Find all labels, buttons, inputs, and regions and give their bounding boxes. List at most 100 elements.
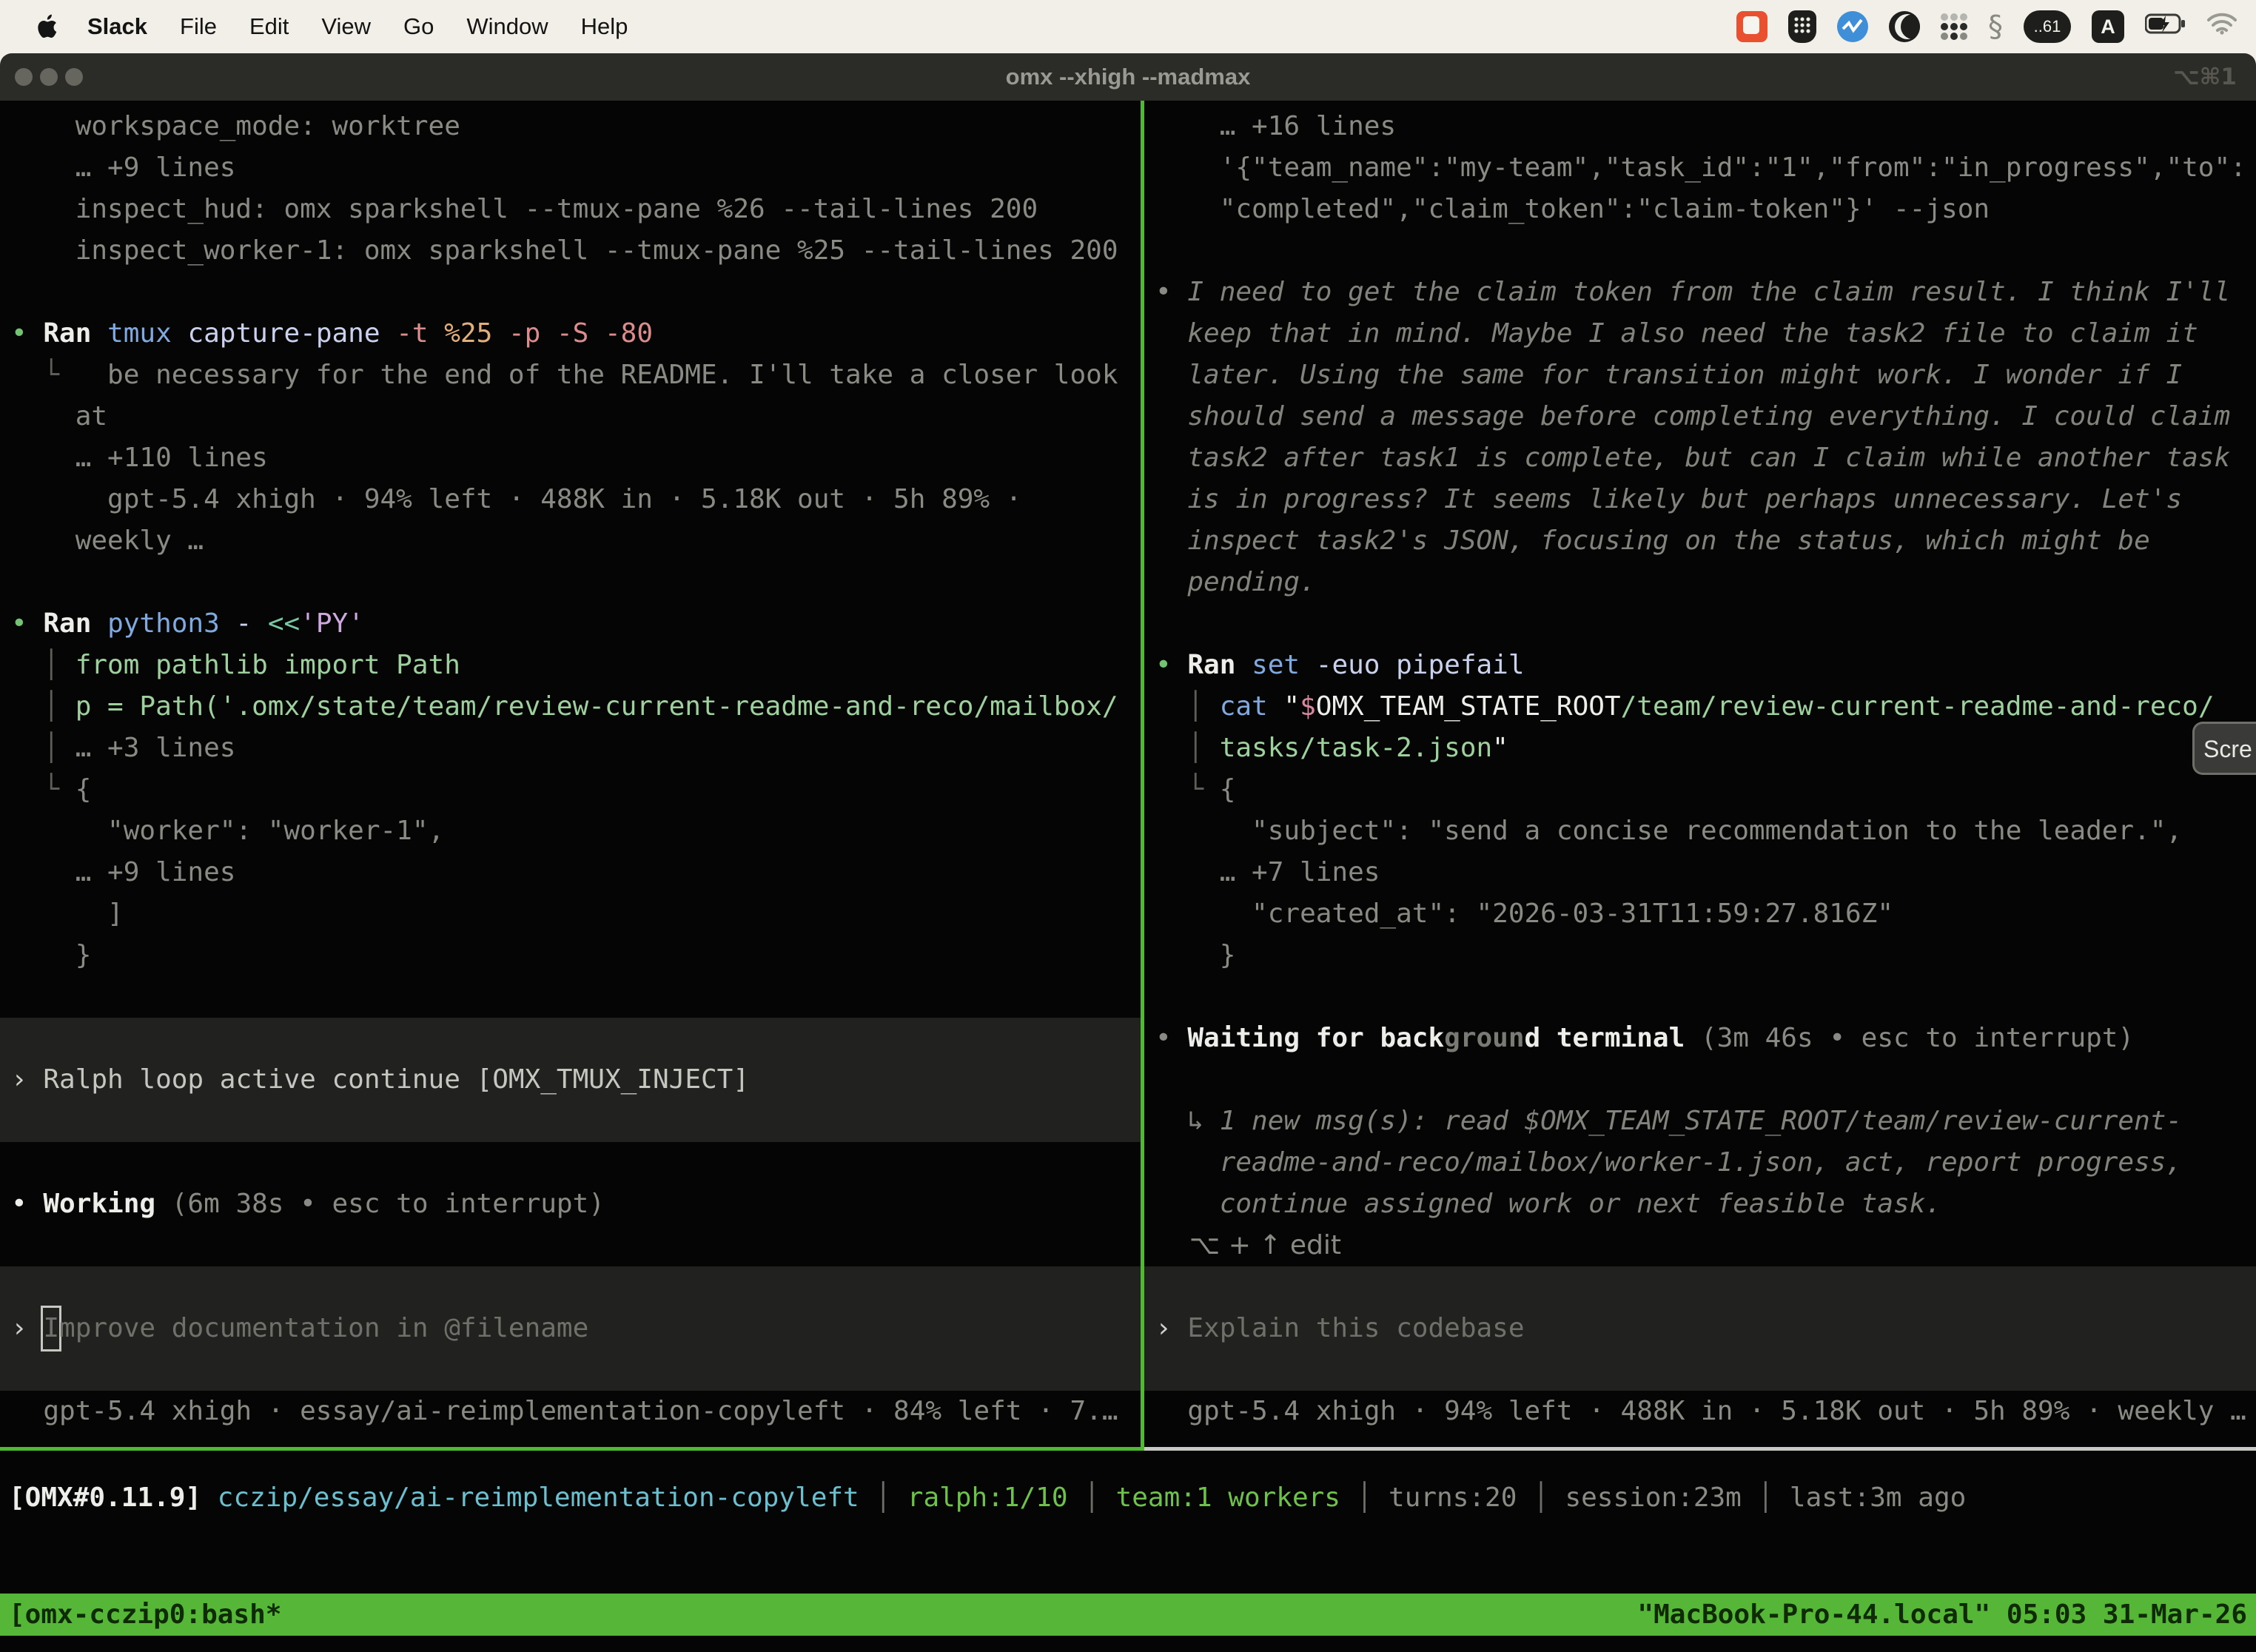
python-code-line: │ from pathlib import Path (0, 645, 1141, 686)
command-output-line: … +7 lines (1144, 852, 2256, 893)
mailbox-message-line: continue assigned work or next feasible … (1144, 1183, 2256, 1225)
menu-item-edit[interactable]: Edit (249, 13, 289, 40)
right-terminal-pane[interactable]: … +16 lines '{"team_name":"my-team","tas… (1144, 101, 2256, 1447)
cat-command-line: │ cat "$OMX_TEAM_STATE_ROOT/team/review-… (1144, 686, 2256, 728)
command-output-line: … +110 lines (0, 437, 1141, 479)
thinking-line: task2 after task1 is complete, but can I… (1144, 437, 2256, 479)
command-output-line: "worker": "worker-1", (0, 810, 1141, 852)
window-shortcut-hint: ⌥⌘1 (2173, 53, 2237, 101)
tree-guide-glyph: │ (11, 691, 75, 722)
right-model-status-line: gpt-5.4 xhigh · 94% left · 488K in · 5.1… (1144, 1391, 2256, 1432)
ran-tmux-command-line: • Ran tmux capture-pane -t %25 -p -S -80 (0, 313, 1141, 355)
prompt-chevron-icon: › (1155, 1313, 1187, 1343)
thinking-line: keep that in mind. Maybe I also need the… (1144, 313, 2256, 355)
command-output-line: └ be necessary for the end of the README… (0, 355, 1141, 396)
tree-corner-glyph: └ (11, 360, 107, 390)
omx-repo: cczip/essay/ai-reimplementation-copyleft (201, 1483, 859, 1513)
ralph-loop-status: › Ralph loop active continue [OMX_TMUX_I… (0, 1059, 1141, 1101)
bullet-icon: • (11, 608, 43, 639)
window-title-bar[interactable]: omx --xhigh --madmax ⌥⌘1 (0, 53, 2256, 101)
bullet-icon: • (11, 1189, 43, 1219)
command-output-line: └ { (0, 769, 1141, 810)
command-output-line: weekly … (0, 520, 1141, 562)
omx-turns: turns:20 (1389, 1483, 1517, 1513)
tree-guide-glyph: │ (1155, 691, 1220, 722)
inactive-pane-border (1144, 1447, 2256, 1451)
count-badge-icon[interactable]: ..61 (2024, 10, 2071, 43)
python-code-line: │ … +3 lines (0, 728, 1141, 769)
omx-last-activity: last:3m ago (1790, 1483, 1966, 1513)
tree-guide-glyph: │ (11, 733, 75, 763)
squiggle-icon[interactable]: § (1988, 10, 2003, 44)
prompt-chevron-icon: › (11, 1313, 43, 1343)
command-output-line: } (1144, 935, 2256, 976)
chat-app-icon[interactable] (1736, 11, 1767, 42)
input-source-icon[interactable]: A (2092, 10, 2124, 43)
omx-session-time: session:23m (1565, 1483, 1741, 1513)
menu-item-help[interactable]: Help (581, 13, 628, 40)
ran-set-command-line: • Ran set -euo pipefail (1144, 645, 2256, 686)
right-prompt-band[interactable]: › Explain this codebase (1144, 1266, 2256, 1391)
menu-item-window[interactable]: Window (466, 13, 548, 40)
command-output-line: ] (0, 893, 1141, 935)
bullet-icon: • (1155, 650, 1187, 680)
tmux-status-bar: [omx-cczip0:bash* "MacBook-Pro-44.local"… (0, 1594, 2256, 1636)
thinking-line: should send a message before completing … (1144, 396, 2256, 437)
sync-bolt-icon[interactable] (1837, 11, 1868, 42)
shield-grid-icon[interactable] (1788, 10, 1816, 43)
text-cursor: I (41, 1306, 61, 1352)
wifi-icon[interactable] (2207, 13, 2237, 41)
thinking-line: • I need to get the claim token from the… (1144, 272, 2256, 313)
command-output-line: "subject": "send a concise recommendatio… (1144, 810, 2256, 852)
ralph-status-band: › Ralph loop active continue [OMX_TMUX_I… (0, 1018, 1141, 1142)
command-output-line: } (0, 935, 1141, 976)
menu-status-icons: § ..61 A (1736, 10, 2237, 44)
menu-bar: Slack File Edit View Go Window Help § ..… (0, 0, 2256, 53)
active-pane-border (0, 1447, 1144, 1451)
menu-item-file[interactable]: File (180, 13, 217, 40)
terminal-line: workspace_mode: worktree (0, 106, 1141, 147)
bullet-icon: • (11, 318, 43, 349)
prompt-placeholder: mprove documentation in @filename (59, 1313, 588, 1343)
mailbox-message-line: readme-and-reco/mailbox/worker-1.json, a… (1144, 1142, 2256, 1183)
left-prompt-band[interactable]: › Improve documentation in @filename (0, 1266, 1141, 1391)
cat-command-line: │ tasks/task-2.json" (1144, 728, 2256, 769)
bullet-icon: • (1155, 1023, 1187, 1053)
omx-version: [OMX#0.11.9] (9, 1483, 201, 1513)
terminal-line: inspect_worker-1: omx sparkshell --tmux-… (0, 230, 1141, 272)
tree-guide-glyph: │ (1155, 733, 1220, 763)
omx-ralph-counter: ralph:1/10 (907, 1483, 1068, 1513)
prompt-placeholder: Explain this codebase (1187, 1313, 1524, 1343)
command-output-line: "created_at": "2026-03-31T11:59:27.816Z" (1144, 893, 2256, 935)
command-output-line: at (0, 396, 1141, 437)
active-app-menu[interactable]: Slack (87, 13, 147, 40)
tmux-session-window[interactable]: [omx-cczip0:bash* (9, 1594, 281, 1636)
dots-grid-icon[interactable] (1941, 13, 1967, 40)
left-prompt-input[interactable]: › Improve documentation in @filename (0, 1308, 1141, 1349)
omx-team-workers: team:1 workers (1116, 1483, 1340, 1513)
terminal[interactable]: workspace_mode: worktree … +9 lines insp… (0, 101, 2256, 1652)
menu-item-go[interactable]: Go (403, 13, 434, 40)
bullet-icon: • (1155, 277, 1187, 307)
screen-share-overlay[interactable]: Scre (2192, 722, 2256, 775)
menu-item-view[interactable]: View (321, 13, 371, 40)
thinking-line: inspect task2's JSON, focusing on the st… (1144, 520, 2256, 562)
chevron-icon: › (11, 1064, 43, 1095)
edit-shortcut-hint: ⌥ + ↑ edit (1144, 1225, 2256, 1266)
terminal-line: … +9 lines (0, 147, 1141, 189)
apple-icon[interactable] (36, 13, 58, 40)
terminal-line: inspect_hud: omx sparkshell --tmux-pane … (0, 189, 1141, 230)
pane-divider[interactable] (1141, 101, 1144, 1447)
battery-icon[interactable] (2145, 13, 2186, 41)
window-title: omx --xhigh --madmax (0, 53, 2256, 101)
right-prompt-input[interactable]: › Explain this codebase (1144, 1308, 2256, 1349)
moon-icon[interactable] (1889, 11, 1920, 42)
thinking-line: is in progress? It seems likely but perh… (1144, 479, 2256, 520)
tree-guide-glyph: │ (11, 650, 75, 680)
tree-corner-glyph: └ (11, 774, 75, 805)
terminal-line: "completed","claim_token":"claim-token"}… (1144, 189, 2256, 230)
tmux-host-clock: "MacBook-Pro-44.local" 05:03 31-Mar-26 (1637, 1594, 2247, 1636)
left-terminal-pane[interactable]: workspace_mode: worktree … +9 lines insp… (0, 101, 1141, 1447)
left-model-status-line: gpt-5.4 xhigh · essay/ai-reimplementatio… (0, 1391, 1141, 1432)
terminal-line: … +16 lines (1144, 106, 2256, 147)
